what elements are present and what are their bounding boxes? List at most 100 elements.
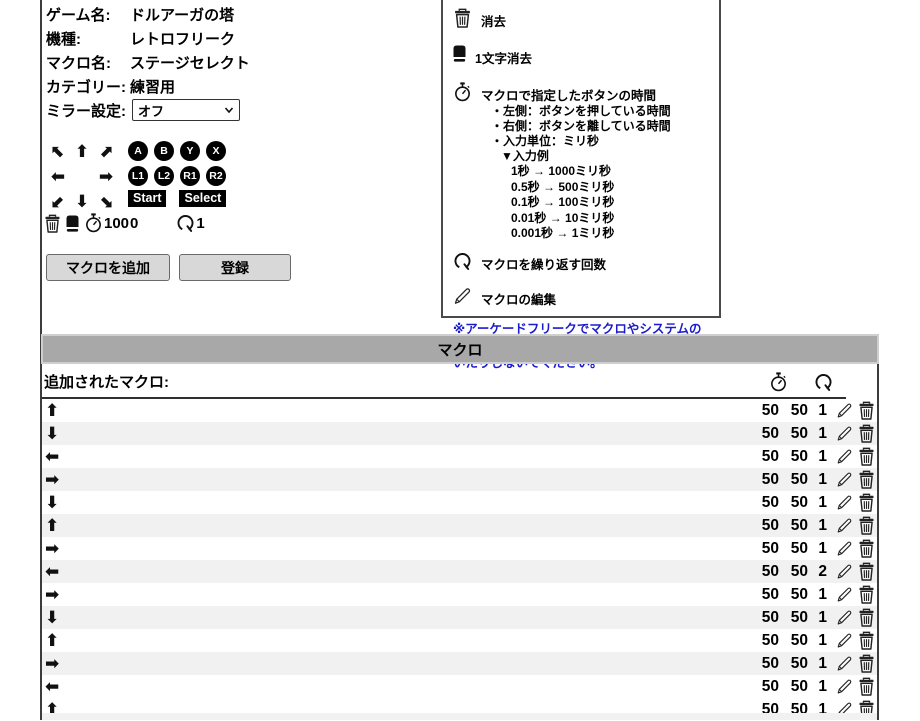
help-timing-title: マクロで指定したボタンの時間 xyxy=(481,82,671,104)
select-button[interactable]: Select xyxy=(179,190,226,207)
button-l1[interactable]: L1 xyxy=(128,166,148,186)
edit-macro-icon[interactable] xyxy=(836,424,853,443)
dpad-down-left-arrow[interactable]: ⬋ xyxy=(46,189,70,214)
stopwatch-icon xyxy=(453,82,472,102)
edit-macro-icon[interactable] xyxy=(836,470,853,489)
delete-macro-icon[interactable] xyxy=(858,677,875,696)
loop-icon xyxy=(176,213,195,233)
delete-macro-icon[interactable] xyxy=(858,585,875,604)
delete-macro-icon[interactable] xyxy=(858,562,875,581)
release-time-value: 50 xyxy=(784,678,808,696)
press-time-field[interactable]: 100 xyxy=(104,215,129,232)
added-macros-label: 追加されたマクロ: xyxy=(42,371,169,392)
edit-macro-icon[interactable] xyxy=(836,539,853,558)
help-timing-line: ・右側：ボタンを離している時間 xyxy=(491,119,671,134)
delete-macro-icon[interactable] xyxy=(858,447,875,466)
press-time-value: 50 xyxy=(755,563,779,581)
delete-macro-icon[interactable] xyxy=(858,631,875,650)
help-example-lines: 1秒 → 1000ミリ秒0.5秒 → 500ミリ秒0.1秒 → 100ミリ秒0.… xyxy=(481,164,671,242)
button-r2[interactable]: R2 xyxy=(206,166,226,186)
delete-macro-icon[interactable] xyxy=(858,654,875,673)
edit-macro-icon[interactable] xyxy=(836,677,853,696)
macro-input-controls: 100 0 1 xyxy=(44,213,205,233)
press-time-value: 50 xyxy=(755,402,779,420)
edit-macro-icon[interactable] xyxy=(836,585,853,604)
dpad-up-left-arrow[interactable]: ⬉ xyxy=(46,139,70,164)
start-button[interactable]: Start xyxy=(128,190,166,207)
help-timing-line: ・入力単位：ミリ秒 xyxy=(491,134,671,149)
release-time-field[interactable]: 0 xyxy=(130,215,138,232)
help-timing-body: マクロで指定したボタンの時間 ・左側：ボタンを押している時間・右側：ボタンを離し… xyxy=(481,82,671,242)
help-example-line: 0.1秒 → 100ミリ秒 xyxy=(511,195,671,211)
button-x[interactable]: X xyxy=(206,141,226,161)
repeat-count-field[interactable]: 1 xyxy=(196,215,204,232)
edit-macro-icon[interactable] xyxy=(836,516,853,535)
help-example-line: 0.5秒 → 500ミリ秒 xyxy=(511,180,671,196)
direction-arrow-right: ➡ xyxy=(45,654,71,674)
dpad-right-arrow[interactable]: ➡ xyxy=(94,164,118,189)
button-r1[interactable]: R1 xyxy=(180,166,200,186)
delete-macro-icon[interactable] xyxy=(858,470,875,489)
mirror-setting-select[interactable]: オフ xyxy=(132,99,240,121)
release-time-value: 50 xyxy=(784,425,808,443)
edit-macro-icon[interactable] xyxy=(836,493,853,512)
field-label: マクロ名: xyxy=(46,52,130,73)
repeat-count-value: 1 xyxy=(813,471,827,489)
register-button[interactable]: 登録 xyxy=(179,254,291,281)
dpad-left-arrow[interactable]: ⬅ xyxy=(46,164,70,189)
start-select-row: Start Select xyxy=(128,190,232,207)
delete-macro-icon[interactable] xyxy=(858,516,875,535)
edit-macro-icon[interactable] xyxy=(836,401,853,420)
macro-row: ⬅ 50 50 1 xyxy=(42,445,877,468)
dpad-down-arrow[interactable]: ⬇ xyxy=(70,189,94,214)
add-macro-button[interactable]: マクロを追加 xyxy=(46,254,170,281)
press-time-value: 50 xyxy=(755,586,779,604)
release-time-value: 50 xyxy=(784,655,808,673)
dpad-up-arrow[interactable]: ⬆ xyxy=(70,139,94,164)
help-erase: 消去 xyxy=(453,8,709,30)
delete-macro-icon[interactable] xyxy=(858,493,875,512)
macro-row: ⬆ 50 50 1 xyxy=(42,399,877,422)
delete-macro-icon[interactable] xyxy=(858,401,875,420)
button-l2[interactable]: L2 xyxy=(154,166,174,186)
repeat-count-value: 1 xyxy=(813,632,827,650)
form-field: カテゴリー: 練習用 xyxy=(46,74,250,98)
press-time-value: 50 xyxy=(755,632,779,650)
edit-macro-icon[interactable] xyxy=(836,654,853,673)
press-time-value: 50 xyxy=(755,448,779,466)
repeat-count-value: 1 xyxy=(813,655,827,673)
edit-macro-icon[interactable] xyxy=(836,447,853,466)
macro-row: ⬅ 50 50 2 xyxy=(42,560,877,583)
loop-icon xyxy=(453,251,472,271)
repeat-count-value: 2 xyxy=(813,563,827,581)
form-fields: ゲーム名: ドルアーガの塔 機種: レトロフリーク マクロ名: ステージセレクト… xyxy=(46,2,250,98)
delete-macro-icon[interactable] xyxy=(858,424,875,443)
press-time-value: 50 xyxy=(755,425,779,443)
macro-row: ⬇ 50 50 1 xyxy=(42,491,877,514)
button-b[interactable]: B xyxy=(154,141,174,161)
edit-macro-icon[interactable] xyxy=(836,608,853,627)
mirror-setting-value: オフ xyxy=(138,101,164,120)
erase-one-icon[interactable] xyxy=(66,215,79,232)
release-time-value: 50 xyxy=(784,402,808,420)
dpad-down-right-arrow[interactable]: ⬊ xyxy=(94,189,118,214)
repeat-count-value: 1 xyxy=(813,494,827,512)
help-example-line: 1秒 → 1000ミリ秒 xyxy=(511,164,671,180)
button-a[interactable]: A xyxy=(128,141,148,161)
action-buttons: マクロを追加 登録 xyxy=(46,254,291,281)
dpad-up-right-arrow[interactable]: ⬈ xyxy=(94,139,118,164)
button-y[interactable]: Y xyxy=(180,141,200,161)
macro-row: ⬇ 50 50 1 xyxy=(42,606,877,629)
edit-macro-icon[interactable] xyxy=(836,562,853,581)
next-row-stub xyxy=(42,713,877,720)
field-label: ゲーム名: xyxy=(46,4,130,25)
delete-macro-icon[interactable] xyxy=(858,539,875,558)
help-panel: 消去 1文字消去 マクロで指定したボタンの時間 ・左側：ボタンを押している時間・… xyxy=(441,0,721,318)
repeat-count-value: 1 xyxy=(813,448,827,466)
delete-macro-icon[interactable] xyxy=(858,608,875,627)
dpad-center xyxy=(70,164,94,189)
clear-all-icon[interactable] xyxy=(44,214,61,233)
press-time-value: 50 xyxy=(755,609,779,627)
edit-macro-icon[interactable] xyxy=(836,631,853,650)
direction-arrow-left: ⬅ xyxy=(45,447,71,467)
